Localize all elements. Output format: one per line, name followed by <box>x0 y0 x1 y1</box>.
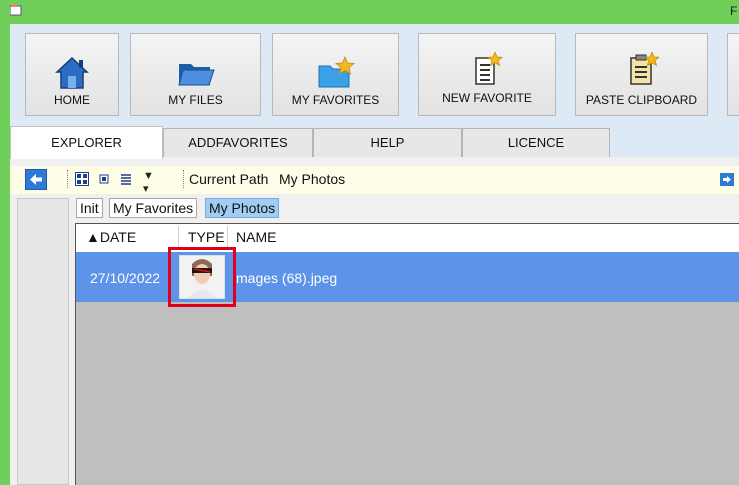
my-favorites-button-label: MY FAVORITES <box>291 93 380 107</box>
ribbon-overflow-button[interactable] <box>727 33 739 116</box>
current-path-label: Current Path <box>189 171 269 187</box>
small-icons-view-icon[interactable] <box>97 172 111 186</box>
sort-ascending-icon: ▲ <box>86 229 100 245</box>
home-button[interactable]: HOME <box>25 33 119 116</box>
tab-licence[interactable]: LICENCE <box>462 128 610 157</box>
toolbar-separator <box>183 170 186 188</box>
my-files-button[interactable]: MY FILES <box>130 33 261 116</box>
breadcrumb-my-photos[interactable]: My Photos <box>205 198 280 218</box>
breadcrumb-init[interactable]: Init <box>76 198 103 218</box>
home-button-label: HOME <box>54 93 90 107</box>
annotation-highlight-box <box>168 247 236 307</box>
new-favorite-button[interactable]: NEW FAVORITE <box>418 33 556 116</box>
new-favorite-button-label: NEW FAVORITE <box>442 91 532 105</box>
back-button[interactable] <box>25 169 47 190</box>
tab-bar: EXPLORER ADDFAVORITES HELP LICENCE <box>10 126 739 159</box>
column-date[interactable]: ▲DATE <box>86 229 136 245</box>
paste-clipboard-button[interactable]: PASTE CLIPBOARD <box>575 33 708 116</box>
left-pane <box>17 198 69 485</box>
my-files-button-label: MY FILES <box>168 93 223 107</box>
app-window: HOME MY FILES MY FAVORITES NEW FAVORITE … <box>10 24 739 485</box>
tab-addfavorites[interactable]: ADDFAVORITES <box>163 128 313 157</box>
home-icon <box>55 56 89 89</box>
large-icons-view-icon[interactable] <box>75 172 89 186</box>
document-star-icon <box>475 52 504 85</box>
my-favorites-button[interactable]: MY FAVORITES <box>272 33 399 116</box>
tab-help[interactable]: HELP <box>313 128 462 157</box>
paste-clipboard-button-label: PASTE CLIPBOARD <box>585 93 698 107</box>
arrow-right-icon <box>723 176 731 183</box>
table-row[interactable]: 27/10/2022 mages (68).jpeg <box>76 247 739 307</box>
column-name[interactable]: NAME <box>236 229 276 245</box>
folder-star-icon <box>318 56 355 88</box>
folder-open-icon <box>177 64 215 86</box>
toolbar-grip <box>67 170 71 188</box>
view-dropdown-icon[interactable]: ▼ ▾ <box>143 170 154 195</box>
title-bar: F <box>0 0 739 24</box>
tab-explorer[interactable]: EXPLORER <box>10 126 163 159</box>
arrow-left-icon <box>30 174 42 185</box>
ribbon-toolbar: HOME MY FILES MY FAVORITES NEW FAVORITE … <box>10 24 739 127</box>
app-icon <box>10 4 22 16</box>
row-date: 27/10/2022 <box>90 270 161 286</box>
details-view-icon[interactable] <box>119 172 133 186</box>
current-path-value[interactable]: My Photos <box>279 171 345 187</box>
window-title: F <box>730 4 738 18</box>
column-date-label: DATE <box>99 229 137 245</box>
file-list: ▲DATE TYPE NAME 27/10/2022 mages (68).jp… <box>75 223 739 485</box>
path-toolbar: ▼ ▾ Current Path My Photos <box>10 166 739 195</box>
row-name: mages (68).jpeg <box>236 270 338 286</box>
clipboard-star-icon <box>629 52 659 85</box>
breadcrumb-my-favorites[interactable]: My Favorites <box>109 198 198 218</box>
column-type[interactable]: TYPE <box>188 229 225 245</box>
go-button[interactable] <box>720 173 734 186</box>
